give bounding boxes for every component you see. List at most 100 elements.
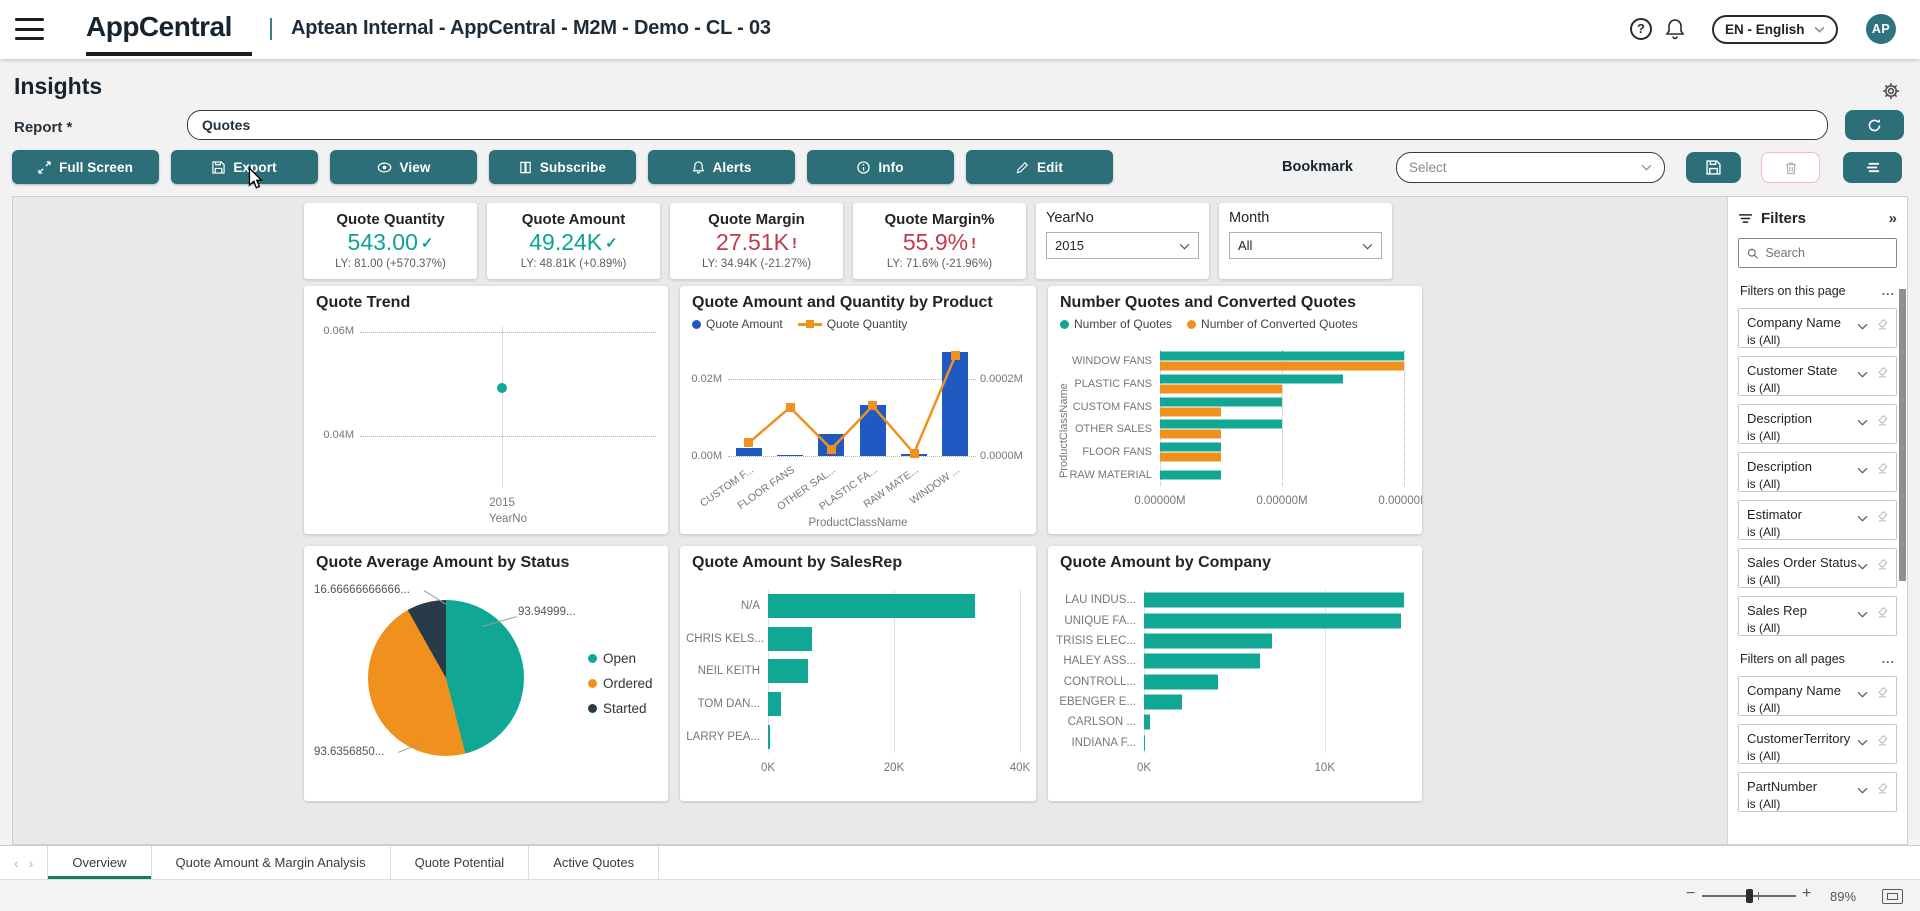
collapse-panel-icon[interactable]: » [1889,210,1897,227]
line-marker [868,401,877,410]
category-row: CARLSON ... [1144,712,1406,732]
chevron-down-icon[interactable] [1857,781,1868,799]
kpi-last-year-text: LY: 48.81K (+0.89%) [487,258,660,270]
chart-quote-amount-quantity-by-product[interactable]: Quote Amount and Quantity by ProductQuot… [680,286,1036,534]
x-axis-title: YearNo [360,513,656,525]
chevron-down-icon[interactable] [1857,461,1868,479]
filter-card[interactable]: PartNumberis (All) [1738,772,1897,812]
filter-card[interactable]: Customer Stateis (All) [1738,356,1897,396]
subscribe-icon [519,161,532,174]
bookmark-delete-button[interactable] [1761,152,1820,183]
tab-quote-potential[interactable]: Quote Potential [391,846,530,879]
tabs-next-icon[interactable]: › [29,855,34,871]
chart-number-quotes-converted[interactable]: Number Quotes and Converted QuotesNumber… [1048,286,1422,534]
zoom-in-button[interactable]: + [1802,885,1811,903]
export-icon [212,161,225,174]
toolbar-button-export[interactable]: Export [171,150,318,184]
filter-card[interactable]: Company Nameis (All) [1738,676,1897,716]
chevron-down-icon[interactable] [1857,413,1868,431]
zoom-slider[interactable] [1702,895,1796,897]
tab-active-quotes[interactable]: Active Quotes [529,846,659,879]
toolbar-button-view[interactable]: View [330,150,477,184]
filter-card[interactable]: Estimatoris (All) [1738,500,1897,540]
chevron-down-icon[interactable] [1857,509,1868,527]
filter-card[interactable]: Sales Repis (All) [1738,596,1897,636]
eraser-icon[interactable] [1877,509,1888,527]
tabs-prev-icon[interactable]: ‹ [14,855,19,871]
filter-section-label: Filters on this page [1740,284,1846,298]
chart-quote-amount-by-salesrep[interactable]: Quote Amount by SalesRep0K20K40KN/ACHRIS… [680,546,1036,801]
notifications-bell-icon[interactable] [1663,17,1687,41]
chevron-down-icon[interactable] [1857,365,1868,383]
filter-card[interactable]: Sales Order Statusis (All) [1738,548,1897,588]
toolbar-button-subscribe[interactable]: Subscribe [489,150,636,184]
eraser-icon[interactable] [1877,317,1888,335]
slicer-dropdown-yearno[interactable]: 2015 [1046,232,1199,259]
filter-card[interactable]: CustomerTerritoryis (All) [1738,724,1897,764]
x-tick-label: 10K [1315,762,1335,774]
eraser-icon[interactable] [1877,781,1888,799]
chevron-down-icon[interactable] [1857,733,1868,751]
toolbar-button-full-screen[interactable]: Full Screen [12,150,159,184]
chart-quote-average-amount-by-status[interactable]: Quote Average Amount by Status93.94999..… [304,546,668,801]
eraser-icon[interactable] [1877,733,1888,751]
fit-to-screen-icon[interactable] [1882,889,1903,904]
language-selector[interactable]: EN - English [1712,15,1838,44]
chevron-down-icon[interactable] [1857,685,1868,703]
tab-quote-amount-margin-analysis[interactable]: Quote Amount & Margin Analysis [152,846,391,879]
eraser-icon[interactable] [1877,413,1888,431]
filter-card[interactable]: Company Nameis (All) [1738,308,1897,348]
gear-icon[interactable] [1882,82,1900,100]
chart-title: Quote Trend [304,286,668,312]
toolbar-button-edit[interactable]: Edit [966,150,1113,184]
filter-card[interactable]: Descriptionis (All) [1738,404,1897,444]
hamburger-menu-icon[interactable] [15,18,44,40]
bookmark-list-button[interactable] [1843,152,1902,183]
eraser-icon[interactable] [1877,605,1888,623]
eraser-icon[interactable] [1877,365,1888,383]
line-marker [827,445,836,454]
more-options-icon[interactable]: ... [1882,284,1895,298]
zoom-out-button[interactable]: − [1686,885,1695,903]
chevron-down-icon[interactable] [1857,317,1868,335]
kpi-title: Quote Margin% [853,211,1026,228]
toolbar-button-info[interactable]: Info [807,150,954,184]
refresh-button[interactable] [1845,110,1904,140]
app-logo[interactable]: AppCentral [86,11,232,43]
filters-search-box[interactable] [1738,238,1897,268]
bookmark-save-button[interactable] [1686,152,1741,183]
report-select-input[interactable] [187,110,1828,140]
chevron-down-icon[interactable] [1857,557,1868,575]
tab-label: Active Quotes [553,855,634,870]
bar [1160,470,1221,479]
toolbar-button-alerts[interactable]: Alerts [648,150,795,184]
eraser-icon[interactable] [1877,685,1888,703]
chart-quote-trend[interactable]: Quote Trend0.06M0.04M2015YearNo [304,286,668,534]
filters-scrollbar-thumb[interactable] [1899,289,1906,581]
chart-quote-amount-by-company[interactable]: Quote Amount by Company0K10KLAU INDUS...… [1048,546,1422,801]
avatar[interactable]: AP [1866,14,1896,44]
bar [1144,613,1401,628]
x-tick-label: 40K [1010,762,1030,774]
eraser-icon[interactable] [1877,461,1888,479]
pie [368,600,524,756]
view-icon [377,162,392,173]
filter-condition: is (All) [1747,381,1888,395]
bookmark-select[interactable]: Select [1396,152,1665,183]
eraser-icon[interactable] [1877,557,1888,575]
legend-label: Quote Amount [706,317,783,331]
chevron-down-icon [1641,164,1652,171]
filter-condition: is (All) [1747,525,1888,539]
filter-card[interactable]: Descriptionis (All) [1738,452,1897,492]
chevron-down-icon[interactable] [1857,605,1868,623]
zoom-slider-handle[interactable] [1746,889,1753,903]
pie-data-label: 93.94999... [518,606,576,618]
slicer-dropdown-month[interactable]: All [1229,232,1382,259]
help-icon[interactable]: ? [1630,18,1652,40]
pie-data-label: 16.66666666666... [314,584,410,596]
slicer-value: All [1238,238,1252,253]
more-options-icon[interactable]: ... [1882,652,1895,666]
filters-search-input[interactable] [1765,246,1888,260]
kpi-number: 49.24K [529,229,602,255]
tab-overview[interactable]: Overview [47,846,151,879]
